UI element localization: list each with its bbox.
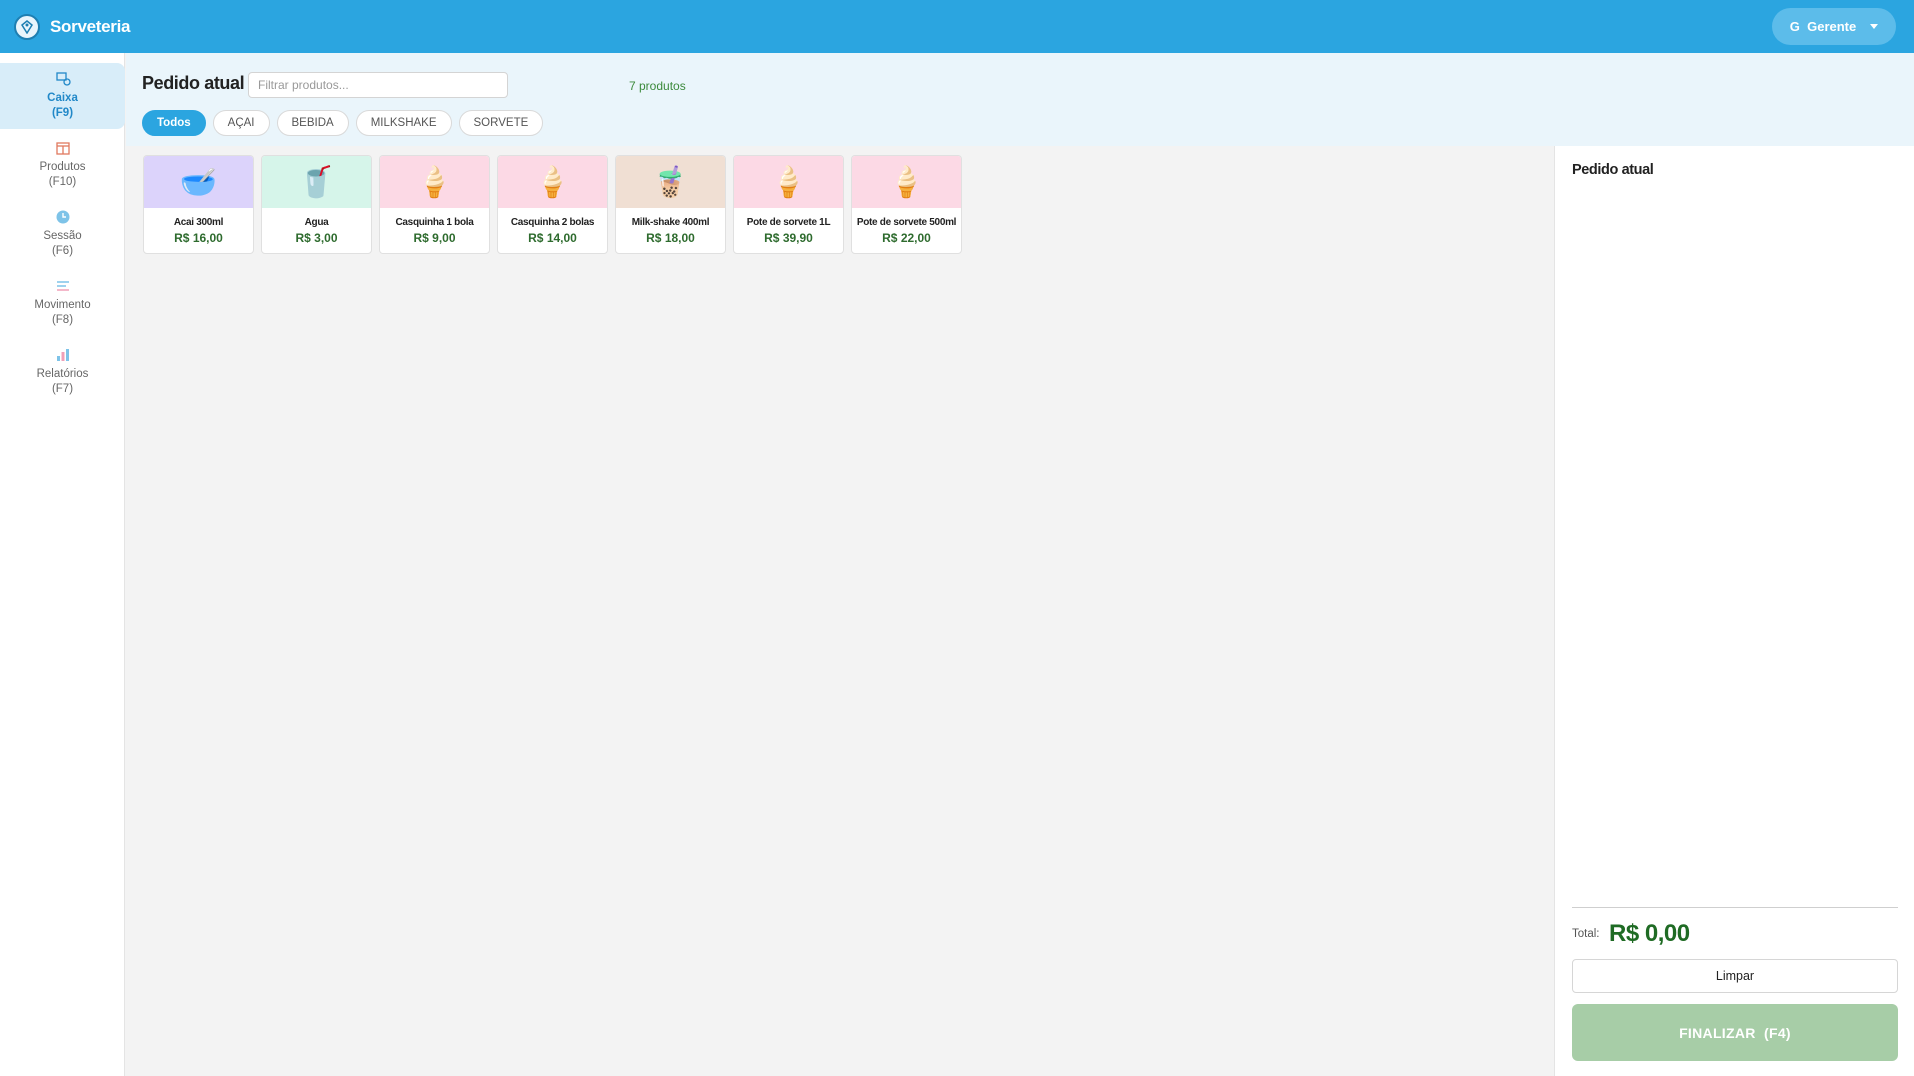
sidebar-item-shortcut: (F9): [51, 107, 74, 119]
product-card[interactable]: 🍦 Pote de sorvete 1L R$ 39,90: [733, 155, 844, 254]
product-name: Agua: [304, 217, 329, 228]
category-filters: Todos AÇAI BEBIDA MILKSHAKE SORVETE: [142, 110, 544, 136]
product-card[interactable]: 🥤 Agua R$ 3,00: [261, 155, 372, 254]
product-count: 7 produtos: [629, 79, 686, 93]
sidebar-item-movimento[interactable]: Movimento (F8): [0, 270, 125, 336]
app-title: Sorveteria: [50, 16, 131, 36]
ice-cream-icon: 🍦: [415, 165, 454, 199]
product-card[interactable]: 🧋 Milk-shake 400ml R$ 18,00: [615, 155, 726, 254]
finish-label: FINALIZAR (F4): [1679, 1024, 1791, 1041]
sidebar-item-sessao[interactable]: Sessão (F6): [0, 201, 125, 267]
product-name: Casquinha 2 bolas: [510, 217, 595, 228]
sidebar-item-label: Relatórios: [36, 368, 89, 380]
clear-button[interactable]: Limpar: [1572, 959, 1898, 993]
sidebar-item-shortcut: (F7): [51, 383, 74, 395]
product-name: Milk-shake 400ml: [631, 217, 710, 228]
user-label: G Gerente: [1789, 19, 1857, 34]
user-menu-button[interactable]: G Gerente: [1772, 8, 1896, 45]
product-price: R$ 16,00: [174, 231, 223, 245]
app-logo-icon: [14, 13, 40, 40]
search-input[interactable]: [248, 72, 508, 98]
sidebar-item-label: Sessão: [43, 230, 82, 242]
chip-milkshake[interactable]: MILKSHAKE: [355, 110, 452, 136]
product-price: R$ 3,00: [295, 231, 338, 245]
product-image: 🍦: [852, 156, 961, 208]
page-title: Pedido atual: [142, 73, 245, 93]
clock-icon: [56, 210, 69, 224]
box-icon: [55, 142, 70, 155]
product-image: 🍦: [380, 156, 489, 208]
total-label: Total:: [1572, 928, 1600, 940]
sidebar: Caixa (F9) Produtos (F10) Sessão (F6) Mo…: [0, 53, 125, 1076]
chevron-down-icon: [1870, 24, 1879, 29]
ice-cream-icon: 🍦: [887, 165, 926, 199]
product-name: Casquinha 1 bola: [395, 217, 474, 228]
product-price: R$ 18,00: [646, 231, 695, 245]
top-bar: Sorveteria G Gerente: [0, 0, 1914, 53]
bubble-tea-icon: 🧋: [651, 165, 690, 199]
sidebar-item-label: Produtos: [39, 161, 86, 173]
total-value: R$ 0,00: [1609, 920, 1690, 947]
product-image: 🥤: [262, 156, 371, 208]
product-name: Acai 300ml: [173, 217, 224, 228]
product-price: R$ 22,00: [882, 231, 931, 245]
ice-cream-icon: 🍦: [533, 165, 572, 199]
register-icon: [55, 72, 71, 86]
main-header: Pedido atual 7 produtos Todos AÇAI BEBID…: [126, 53, 1914, 146]
sidebar-item-shortcut: (F6): [51, 245, 74, 257]
divider: [1572, 907, 1898, 908]
sidebar-item-shortcut: (F8): [51, 314, 74, 326]
product-card[interactable]: 🍦 Casquinha 2 bolas R$ 14,00: [497, 155, 608, 254]
product-image: 🥣: [144, 156, 253, 208]
lines-icon: [56, 281, 69, 291]
product-price: R$ 14,00: [528, 231, 577, 245]
chip-bebida[interactable]: BEBIDA: [276, 110, 349, 136]
order-title: Pedido atual: [1572, 162, 1654, 178]
product-price: R$ 9,00: [413, 231, 456, 245]
product-image: 🧋: [616, 156, 725, 208]
product-price: R$ 39,90: [764, 231, 813, 245]
sidebar-item-shortcut: (F10): [48, 176, 77, 188]
product-image: 🍦: [734, 156, 843, 208]
product-grid: 🥣 Acai 300ml R$ 16,00 🥤 Agua R$ 3,00 🍦 C…: [143, 155, 962, 254]
product-name: Pote de sorvete 500ml: [856, 217, 957, 228]
chip-sorvete[interactable]: SORVETE: [458, 110, 544, 136]
finish-button[interactable]: FINALIZAR (F4): [1572, 1004, 1898, 1061]
cup-icon: 🥤: [297, 165, 336, 199]
sidebar-item-relatorios[interactable]: Relatórios (F7): [0, 339, 125, 405]
product-card[interactable]: 🍦 Casquinha 1 bola R$ 9,00: [379, 155, 490, 254]
sidebar-item-label: Caixa: [47, 92, 78, 104]
chip-acai[interactable]: AÇAI: [212, 110, 270, 136]
chip-todos[interactable]: Todos: [142, 110, 206, 136]
product-card[interactable]: 🍦 Pote de sorvete 500ml R$ 22,00: [851, 155, 962, 254]
sidebar-item-label: Movimento: [34, 299, 91, 311]
product-card[interactable]: 🥣 Acai 300ml R$ 16,00: [143, 155, 254, 254]
product-image: 🍦: [498, 156, 607, 208]
bowl-icon: 🥣: [179, 165, 218, 199]
ice-cream-icon: 🍦: [769, 165, 808, 199]
sidebar-item-caixa[interactable]: Caixa (F9): [0, 63, 125, 129]
sidebar-item-produtos[interactable]: Produtos (F10): [0, 132, 125, 198]
order-panel: Pedido atual Total: R$ 0,00 Limpar FINAL…: [1554, 146, 1914, 1076]
product-name: Pote de sorvete 1L: [746, 217, 831, 228]
bar-chart-icon: [56, 349, 69, 361]
